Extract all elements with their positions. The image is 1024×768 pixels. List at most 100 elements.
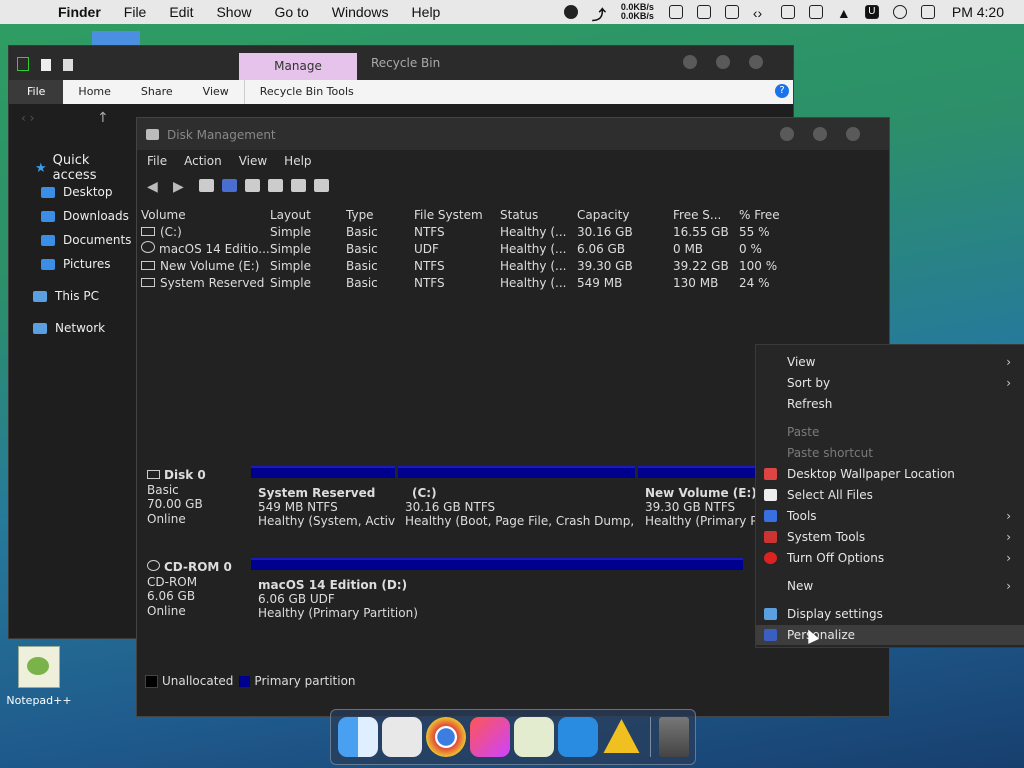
tab-file[interactable]: File: [9, 80, 64, 104]
battery-icon[interactable]: [724, 5, 739, 19]
nav-network[interactable]: Network: [9, 316, 137, 340]
desktop-icon-notepad-plus-plus[interactable]: Notepad++: [6, 646, 72, 707]
col-status[interactable]: Status: [500, 206, 577, 223]
tab-view[interactable]: View: [188, 80, 244, 104]
music-dock-icon[interactable]: [469, 717, 510, 757]
clock[interactable]: PM 4:20: [952, 4, 1004, 20]
menu-item-new[interactable]: New ›: [787, 576, 1019, 596]
nav-documents[interactable]: Documents: [9, 228, 137, 252]
memory-icon[interactable]: [668, 5, 683, 19]
disk-icon: [147, 470, 160, 479]
disk0-label[interactable]: Disk 0 Basic 70.00 GB Online: [147, 468, 206, 526]
col-file-system[interactable]: File System: [414, 206, 500, 223]
partition-e[interactable]: New Volume (E:) 39.30 GB NTFS Healthy (Pri…: [638, 466, 755, 528]
refresh-view-icon[interactable]: [314, 178, 329, 192]
dm-close-button[interactable]: [846, 127, 860, 141]
desktop-folder-icon[interactable]: [92, 31, 140, 45]
table-row[interactable]: New Volume (E:) Simple Basic NTFS Healthy …: [141, 257, 789, 274]
nav-pictures[interactable]: Pictures: [9, 252, 137, 276]
forward-icon[interactable]: ▶: [173, 179, 191, 195]
menu-windows[interactable]: Windows: [332, 4, 389, 20]
back-icon[interactable]: ◀: [147, 179, 165, 195]
launchpad-dock-icon[interactable]: [381, 717, 422, 757]
help-book-icon[interactable]: [222, 178, 237, 192]
table-row[interactable]: (C:) Simple Basic NTFS Healthy (... 30.16 …: [141, 223, 789, 240]
sync-icon[interactable]: ⤴: [592, 5, 606, 23]
menu-finder[interactable]: Finder: [58, 4, 101, 20]
menu-item-tools[interactable]: Tools ›: [764, 506, 1019, 526]
col-volume[interactable]: Volume: [141, 206, 270, 223]
status-tray: ⤴ 0.0KB/s 0.0KB/s ‹› ▲ U PM 4:20: [557, 0, 1024, 24]
nav-quick-access[interactable]: ★ Quick access: [9, 153, 137, 183]
help-icon[interactable]: ?: [775, 84, 789, 98]
menu-item-sort-by[interactable]: Sort by ›: [787, 373, 1019, 393]
menu-edit[interactable]: Edit: [169, 4, 193, 20]
tab-manage[interactable]: Manage: [239, 53, 357, 80]
u-icon[interactable]: U: [864, 5, 879, 19]
col-capacity[interactable]: Capacity: [577, 206, 673, 223]
connect-icon[interactable]: [268, 178, 283, 192]
code-icon[interactable]: ‹›: [753, 5, 767, 21]
eject-up-icon[interactable]: ▲: [837, 5, 851, 21]
table-row[interactable]: System Reserved Simple Basic NTFS Healthy …: [141, 274, 789, 291]
quick-access-toolbar[interactable]: [17, 57, 107, 71]
menu-file[interactable]: File: [124, 4, 147, 20]
menu-item-display-settings[interactable]: Display settings: [764, 604, 1019, 624]
wifi-off-icon[interactable]: [808, 5, 823, 19]
menu-item-wallpaper-location[interactable]: Desktop Wallpaper Location: [764, 464, 1019, 484]
partition-system-reserved[interactable]: System Reserved 549 MB NTFS Healthy (Syste…: [251, 466, 395, 528]
menu-item-select-all[interactable]: Select All Files: [764, 485, 1019, 505]
tab-recycle-bin-tools[interactable]: Recycle Bin Tools: [243, 80, 369, 104]
nav-this-pc[interactable]: This PC: [9, 284, 137, 308]
console-tree-icon[interactable]: [199, 178, 214, 192]
dm-window-controls: [761, 127, 860, 141]
phone-icon[interactable]: [696, 5, 711, 19]
dm-menu-file[interactable]: File: [147, 154, 167, 168]
partition-c[interactable]: (C:) 30.16 GB NTFS Healthy (Boot, Page Fil…: [398, 466, 635, 528]
table-row[interactable]: macOS 14 Editio... Simple Basic UDF Health…: [141, 240, 789, 257]
display-icon[interactable]: [780, 5, 795, 19]
cdrom-label[interactable]: CD-ROM 0 CD-ROM 6.06 GB Online: [147, 560, 232, 618]
control-center-icon[interactable]: [920, 5, 935, 19]
dm-menu-view[interactable]: View: [239, 154, 267, 168]
menu-help[interactable]: Help: [412, 4, 441, 20]
menu-item-personalize[interactable]: Personalize: [756, 625, 1024, 645]
dm-minimize-button[interactable]: [780, 127, 794, 141]
migration-dock-icon[interactable]: [557, 717, 598, 757]
artrage-dock-icon[interactable]: [603, 719, 640, 753]
dm-maximize-button[interactable]: [813, 127, 827, 141]
menu-show[interactable]: Show: [216, 4, 251, 20]
maximize-button[interactable]: [716, 55, 730, 69]
col-percent-free[interactable]: % Free: [739, 206, 789, 223]
chrome-dock-icon[interactable]: [425, 717, 466, 757]
col-free-space[interactable]: Free S...: [673, 206, 739, 223]
dm-menu-help[interactable]: Help: [284, 154, 311, 168]
properties-icon[interactable]: [245, 178, 260, 192]
search-icon[interactable]: [892, 5, 907, 19]
col-layout[interactable]: Layout: [270, 206, 346, 223]
menu-go-to[interactable]: Go to: [275, 4, 309, 20]
partition-d[interactable]: macOS 14 Edition (D:) 6.06 GB UDF Healthy …: [251, 558, 743, 620]
menu-item-turn-off-options[interactable]: Turn Off Options ›: [764, 548, 1019, 568]
menu-item-view[interactable]: View ›: [787, 352, 1019, 372]
finder-dock-icon[interactable]: [337, 717, 378, 757]
eject-icon[interactable]: [563, 5, 578, 19]
col-type[interactable]: Type: [346, 206, 414, 223]
up-arrow-icon[interactable]: ↑: [97, 110, 109, 126]
notepad-dock-icon[interactable]: [513, 717, 554, 757]
menu-item-system-tools[interactable]: System Tools ›: [764, 527, 1019, 547]
checklist-icon[interactable]: [291, 178, 306, 192]
close-button[interactable]: [749, 55, 763, 69]
nav-downloads[interactable]: Downloads: [9, 204, 137, 228]
trash-dock-icon[interactable]: [658, 717, 689, 757]
minimize-button[interactable]: [683, 55, 697, 69]
nav-desktop[interactable]: Desktop: [9, 180, 137, 204]
tab-share[interactable]: Share: [126, 80, 188, 104]
chevron-right-icon: ›: [1006, 551, 1011, 565]
back-arrow-icon[interactable]: ‹ ›: [21, 111, 34, 125]
menu-item-refresh[interactable]: Refresh: [787, 394, 1019, 414]
tab-home[interactable]: Home: [63, 80, 125, 104]
chevron-right-icon: ›: [1006, 355, 1011, 369]
select-all-icon: [764, 489, 777, 501]
dm-menu-action[interactable]: Action: [184, 154, 222, 168]
